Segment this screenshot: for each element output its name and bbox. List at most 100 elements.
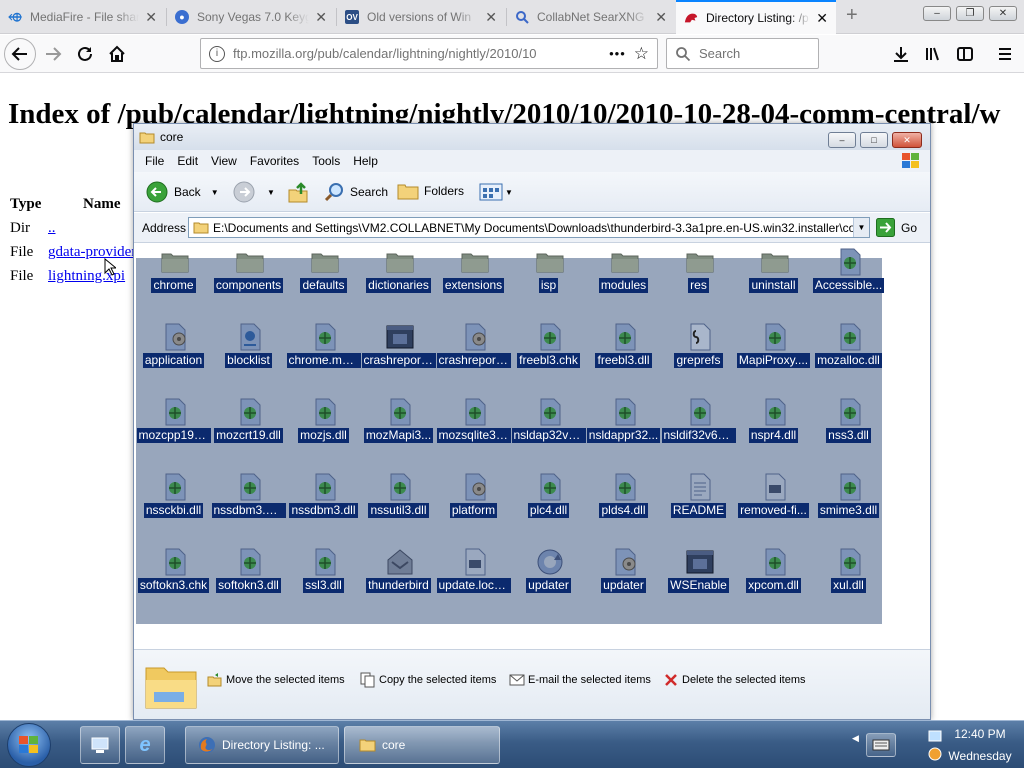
clock-time[interactable]: 12:40 PM [950, 727, 1010, 741]
new-tab-button[interactable]: + [846, 4, 858, 27]
file-item[interactable]: removed-fi... [736, 473, 811, 543]
page-actions-button[interactable]: ••• [609, 46, 626, 61]
file-item[interactable]: updater [586, 548, 661, 618]
file-item[interactable]: nssdbm3.dll [286, 473, 361, 543]
file-item[interactable]: freebl3.dll [586, 323, 661, 393]
up-folder-icon[interactable] [287, 180, 309, 204]
address-dropdown-chevron-icon[interactable]: ▼ [853, 218, 869, 237]
file-item[interactable]: blocklist [211, 323, 286, 393]
close-tab-icon[interactable]: ✕ [315, 9, 327, 26]
file-item[interactable]: xul.dll [811, 548, 886, 618]
close-tab-icon[interactable]: ✕ [145, 9, 157, 26]
file-item[interactable]: nspr4.dll [736, 398, 811, 468]
file-item[interactable]: nssdbm3.chk [211, 473, 286, 543]
file-item[interactable]: xpcom.dll [736, 548, 811, 618]
tab-mediafire[interactable]: ⬲ MediaFire - File shar ✕ [0, 0, 165, 34]
file-item[interactable]: MapiProxy.... [736, 323, 811, 393]
file-item[interactable]: platform [436, 473, 511, 543]
file-item[interactable]: nsldappr32... [586, 398, 661, 468]
menu-file[interactable]: File [145, 154, 164, 168]
menu-view[interactable]: View [211, 154, 237, 168]
info-icon[interactable]: i [209, 45, 225, 62]
file-item[interactable]: nssutil3.dll [361, 473, 436, 543]
library-button[interactable] [917, 38, 949, 70]
copy-items-task[interactable]: Copy the selected items [360, 672, 496, 688]
file-item[interactable]: Accessible... [811, 248, 886, 318]
file-item[interactable]: update.locale [436, 548, 511, 618]
quicklaunch-explorer[interactable] [80, 726, 120, 764]
file-item[interactable]: softokn3.chk [136, 548, 211, 618]
show-hidden-icons-chevron-icon[interactable]: ◀ [852, 733, 859, 744]
address-field[interactable]: E:\Documents and Settings\VM2.COLLABNET\… [188, 217, 870, 238]
explorer-minimize-button[interactable]: – [828, 132, 856, 148]
file-item[interactable]: softokn3.dll [211, 548, 286, 618]
reload-button[interactable] [69, 38, 101, 70]
start-button[interactable] [7, 723, 51, 767]
url-bar[interactable]: i ftp.mozilla.org/pub/calendar/lightning… [200, 38, 658, 69]
file-item[interactable]: nsldif32v60... [661, 398, 736, 468]
file-item[interactable]: ssl3.dll [286, 548, 361, 618]
parent-dir-link[interactable]: .. [48, 220, 56, 236]
views-button[interactable]: ▼ [479, 183, 513, 201]
menu-edit[interactable]: Edit [177, 154, 198, 168]
sidebar-button[interactable] [949, 38, 981, 70]
file-item[interactable]: mozalloc.dll [811, 323, 886, 393]
file-item[interactable]: mozjs.dll [286, 398, 361, 468]
close-window-button[interactable]: ✕ [989, 6, 1017, 21]
chevron-down-icon[interactable]: ▼ [211, 188, 219, 197]
close-tab-icon[interactable]: ✕ [816, 10, 828, 27]
file-item[interactable]: chrome.ma... [286, 323, 361, 393]
file-item[interactable]: smime3.dll [811, 473, 886, 543]
home-button[interactable] [101, 38, 133, 70]
file-item[interactable]: uninstall [736, 248, 811, 318]
menu-button[interactable] [989, 38, 1021, 70]
file-item[interactable]: crashreporter [436, 323, 511, 393]
menu-help[interactable]: Help [353, 154, 378, 168]
explorer-maximize-button[interactable]: □ [860, 132, 888, 148]
file-item[interactable]: chrome [136, 248, 211, 318]
minimize-window-button[interactable]: – [923, 6, 951, 21]
menu-favorites[interactable]: Favorites [250, 154, 299, 168]
forward-nav-button[interactable]: ▼ [233, 181, 275, 203]
taskbar-firefox-button[interactable]: Directory Listing: ... [185, 726, 339, 764]
file-item[interactable]: nss3.dll [811, 398, 886, 468]
tab-sony-vegas[interactable]: ● Sony Vegas 7.0 Keyg ✕ [167, 0, 335, 34]
chevron-down-icon[interactable]: ▼ [267, 188, 275, 197]
menu-tools[interactable]: Tools [312, 154, 340, 168]
tab-directory-listing[interactable]: Directory Listing: /pu ✕ [676, 0, 836, 34]
close-tab-icon[interactable]: ✕ [655, 9, 667, 26]
file-item[interactable]: updater [511, 548, 586, 618]
file-item[interactable]: components [211, 248, 286, 318]
gdata-provider-link[interactable]: gdata-provider [48, 244, 136, 260]
file-item[interactable]: nssckbi.dll [136, 473, 211, 543]
search-field[interactable]: Search [666, 38, 819, 69]
file-item[interactable]: mozcpp19.dll [136, 398, 211, 468]
folders-button[interactable]: Folders [397, 182, 464, 200]
file-item[interactable]: nsldap32v6... [511, 398, 586, 468]
file-item[interactable]: thunderbird [361, 548, 436, 618]
close-tab-icon[interactable]: ✕ [485, 9, 497, 26]
explorer-title-bar[interactable]: core – □ ✕ [134, 124, 930, 150]
file-item[interactable]: mozsqlite3.... [436, 398, 511, 468]
file-item[interactable]: mozMapi3... [361, 398, 436, 468]
file-item[interactable]: mozcrt19.dll [211, 398, 286, 468]
explorer-close-button[interactable]: ✕ [892, 132, 922, 148]
file-item[interactable]: crashreporter [361, 323, 436, 393]
keyboard-tray-button[interactable] [866, 733, 896, 757]
downloads-button[interactable] [885, 38, 917, 70]
file-item[interactable]: dictionaries [361, 248, 436, 318]
maximize-window-button[interactable]: ❐ [956, 6, 984, 21]
file-item[interactable]: application [136, 323, 211, 393]
file-item[interactable]: plds4.dll [586, 473, 661, 543]
bookmark-star-icon[interactable]: ☆ [634, 44, 649, 64]
quicklaunch-ie[interactable]: e [125, 726, 165, 764]
file-item[interactable]: modules [586, 248, 661, 318]
move-items-task[interactable]: Move the selected items [207, 672, 345, 688]
file-item[interactable]: isp [511, 248, 586, 318]
file-item[interactable]: res [661, 248, 736, 318]
file-item[interactable]: README [661, 473, 736, 543]
taskbar-core-button[interactable]: core [344, 726, 500, 764]
network-tray-icon[interactable] [925, 729, 945, 763]
file-item[interactable]: defaults [286, 248, 361, 318]
file-item[interactable]: freebl3.chk [511, 323, 586, 393]
